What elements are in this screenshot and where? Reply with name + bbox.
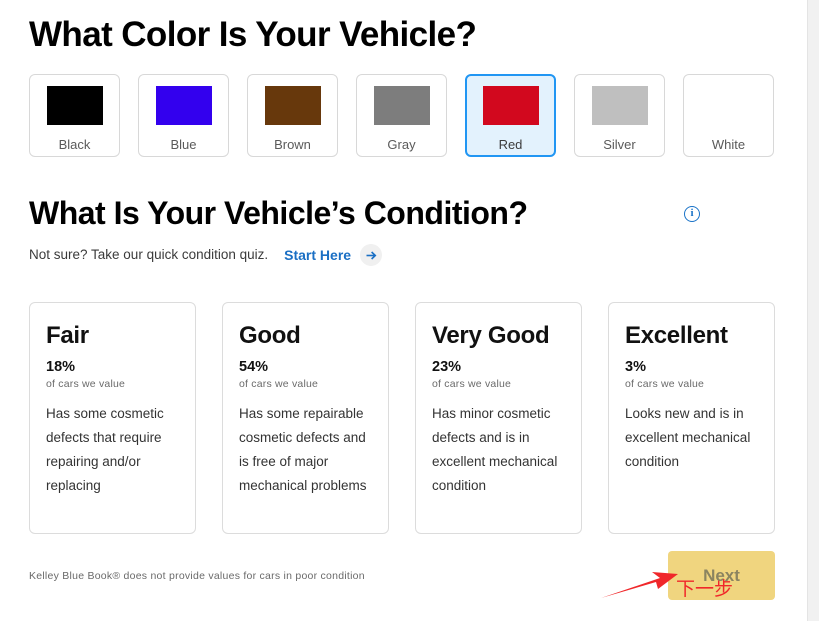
color-option-red[interactable]: Red [465,74,556,157]
condition-option-fair[interactable]: Fair 18% of cars we value Has some cosme… [29,302,196,534]
condition-option-very-good[interactable]: Very Good 23% of cars we value Has minor… [415,302,582,534]
color-option-silver[interactable]: Silver [574,74,665,157]
condition-description: Has some cosmetic defects that require r… [46,406,164,493]
condition-description: Has minor cosmetic defects and is in exc… [432,406,558,493]
arrow-right-icon[interactable] [360,244,383,266]
color-swatch-black [46,86,103,125]
condition-option-excellent[interactable]: Excellent 3% of cars we value Looks new … [608,302,775,534]
color-option-label: Red [498,137,523,152]
color-option-label: White [711,137,746,152]
condition-percent: 18% [46,359,76,375]
color-swatch-brown [264,86,321,125]
condition-subtext: of cars we value [46,378,126,390]
condition-title: Good [239,322,301,349]
condition-title: Very Good [432,322,550,349]
color-swatch-white [700,86,757,125]
condition-subtext: of cars we value [239,378,319,390]
color-option-label: Black [58,137,91,152]
color-option-label: Brown [274,137,311,152]
start-here-link[interactable]: Start Here [284,245,351,265]
condition-percent: 54% [239,359,269,375]
color-options-group: Black Blue Brown Gray Red Silver White [29,74,774,157]
page-title-color: What Color Is Your Vehicle? [29,15,477,54]
color-option-white[interactable]: White [683,74,774,157]
condition-title: Excellent [625,322,728,349]
condition-quiz-prompt: Not sure? Take our quick condition quiz.… [29,244,383,266]
condition-subtext: of cars we value [432,378,512,390]
condition-percent: 23% [432,359,462,375]
kbb-disclaimer: Kelley Blue Book® does not provide value… [29,570,365,582]
condition-description: Looks new and is in excellent mechanical… [625,406,751,469]
color-option-black[interactable]: Black [29,74,120,157]
color-option-label: Silver [603,137,636,152]
condition-title: Fair [46,322,89,349]
color-swatch-gray [373,86,430,125]
color-swatch-blue [155,86,212,125]
condition-description: Has some repairable cosmetic defects and… [239,406,367,493]
color-option-brown[interactable]: Brown [247,74,338,157]
vertical-scrollbar[interactable] [807,0,819,621]
condition-options-group: Fair 18% of cars we value Has some cosme… [29,302,775,534]
page-root: What Color Is Your Vehicle? Black Blue B… [0,0,819,621]
condition-percent: 3% [625,359,646,375]
condition-subtext: of cars we value [625,378,705,390]
page-title-condition: What Is Your Vehicle’s Condition? [29,195,528,231]
color-option-label: Gray [387,137,416,152]
annotation-text-cjk: 下一步 [676,578,734,600]
color-swatch-red [482,86,539,125]
color-option-blue[interactable]: Blue [138,74,229,157]
info-circle-icon[interactable]: i [684,206,700,222]
color-swatch-silver [591,86,648,125]
quiz-prompt-text: Not sure? Take our quick condition quiz. [29,247,269,262]
color-option-label: Blue [170,137,197,152]
color-option-gray[interactable]: Gray [356,74,447,157]
condition-option-good[interactable]: Good 54% of cars we value Has some repai… [222,302,389,534]
